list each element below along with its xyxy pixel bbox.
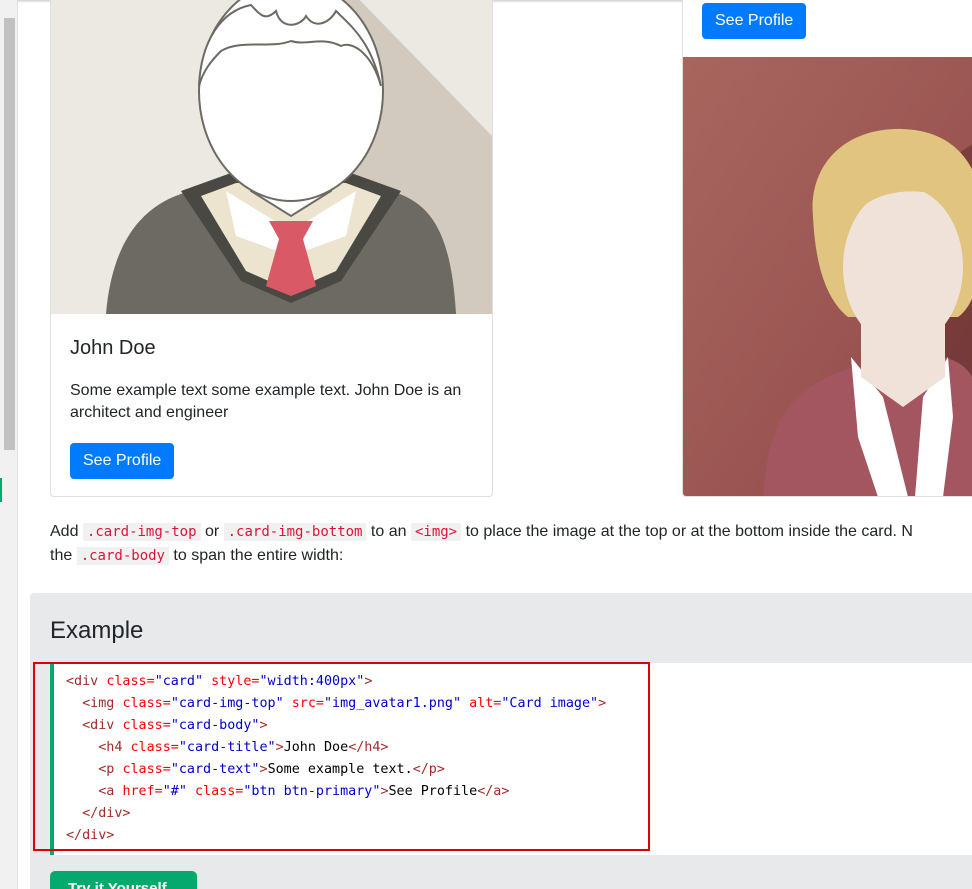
profile-card-john: John Doe Some example text some example … [50,0,493,497]
description-paragraph: Add .card-img-top or .card-img-bottom to… [50,520,972,568]
highlight-annotation-box [33,662,650,851]
active-marker [0,478,2,502]
description-line-2: the .card-body to span the entire width: [50,547,344,565]
example-heading: Example [50,617,144,644]
description-line-1: Add .card-img-top or .card-img-bottom to… [50,523,913,541]
profile-card-female: See Profile [682,0,972,497]
see-profile-button[interactable]: See Profile [702,3,807,39]
card-title: John Doe [70,337,156,359]
code-card-img-bottom: .card-img-bottom [223,523,367,541]
try-it-yourself-button[interactable]: Try it Yourself » [50,871,197,889]
scrollbar-thumb[interactable] [4,18,15,450]
avatar-female-image [683,57,972,496]
avatar-male-image [51,0,492,314]
card-text: Some example text some example text. Joh… [70,382,462,421]
code-img-tag: <img> [410,523,462,541]
see-profile-button[interactable]: See Profile [70,443,175,479]
code-card-img-top: .card-img-top [82,523,201,541]
code-card-body: .card-body [76,547,169,565]
left-scroll-rail[interactable] [0,0,18,889]
